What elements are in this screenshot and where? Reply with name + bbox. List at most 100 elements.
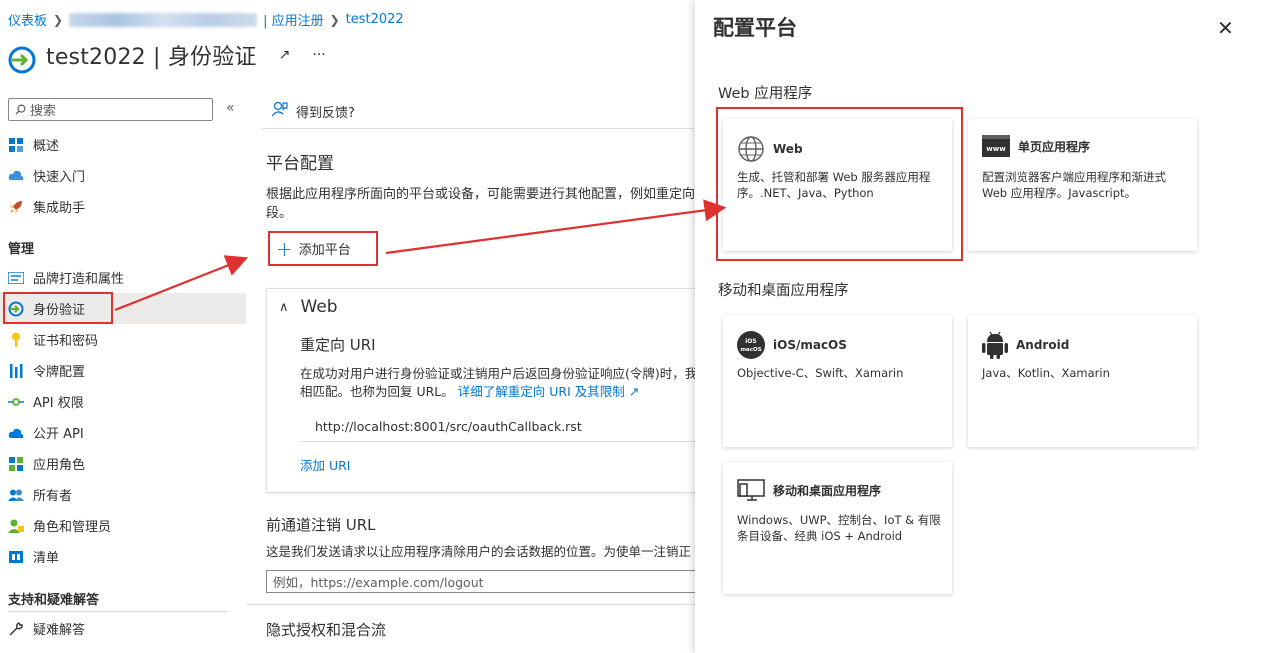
sidebar-item-label: 快速入门 bbox=[33, 170, 86, 185]
feedback-label: 得到反馈? bbox=[296, 105, 355, 121]
sidebar-item-label: 应用角色 bbox=[33, 458, 86, 473]
redirect-uri-title: 重定向 URI bbox=[300, 336, 376, 354]
tile-header: www 单页应用程序 bbox=[982, 135, 1090, 157]
add-platform-button[interactable]: + 添加平台 bbox=[268, 231, 378, 266]
web-card-title: Web bbox=[300, 297, 338, 317]
tile-description: Java、Kotlin、Xamarin bbox=[982, 366, 1110, 380]
cloud-icon bbox=[8, 425, 24, 441]
sidebar-item-token-config[interactable]: 令牌配置 bbox=[0, 355, 246, 386]
web-card-header[interactable]: ∧ Web bbox=[279, 297, 338, 317]
tile-spa[interactable]: www 单页应用程序 配置浏览器客户端应用程序和渐进式 Web 应用程序。Jav… bbox=[968, 119, 1197, 251]
implicit-grant-title: 隐式授权和混合流 bbox=[266, 621, 387, 639]
tile-android[interactable]: Android Java、Kotlin、Xamarin bbox=[968, 315, 1197, 447]
feedback-button[interactable]: 得到反馈? bbox=[271, 101, 355, 121]
tile-description: Objective-C、Swift、Xamarin bbox=[737, 366, 904, 380]
search-input[interactable]: 搜索 bbox=[8, 98, 213, 121]
add-platform-label: 添加平台 bbox=[298, 243, 351, 258]
sidebar-item-certificates[interactable]: 证书和密码 bbox=[0, 324, 246, 355]
more-icon[interactable]: ··· bbox=[312, 47, 325, 63]
external-link-icon[interactable]: ↗ bbox=[629, 384, 639, 399]
android-icon bbox=[982, 331, 1008, 359]
plus-icon: + bbox=[276, 236, 293, 261]
sidebar-item-label: 所有者 bbox=[33, 489, 73, 504]
sidebar-item-label: 清单 bbox=[33, 551, 60, 566]
logout-url-input[interactable]: 例如，https://example.com/logout bbox=[266, 570, 696, 593]
rocket-icon bbox=[8, 199, 24, 215]
tile-description: Windows、UWP、控制台、IoT & 有限条目设备、经典 iOS + An… bbox=[737, 513, 941, 543]
sidebar-item-label: 证书和密码 bbox=[33, 334, 99, 349]
app-roles-icon bbox=[8, 456, 24, 472]
redacted-text bbox=[69, 12, 258, 27]
sidebar-item-label: 令牌配置 bbox=[33, 365, 86, 380]
collapse-icon[interactable]: « bbox=[226, 100, 235, 116]
tile-header: 移动和桌面应用程序 bbox=[737, 478, 881, 502]
sidebar-item-roles-admins[interactable]: 角色和管理员 bbox=[0, 510, 246, 541]
svg-text:iOS: iOS bbox=[745, 338, 756, 345]
sidebar-item-branding[interactable]: 品牌打造和属性 bbox=[0, 262, 246, 293]
sidebar-item-owners[interactable]: 所有者 bbox=[0, 479, 246, 510]
platform-config-title: 平台配置 bbox=[266, 154, 334, 174]
svg-text:macOS: macOS bbox=[740, 347, 761, 353]
users-icon bbox=[8, 487, 24, 503]
wrench-icon bbox=[8, 621, 24, 637]
ios-macos-icon: iOS macOS bbox=[737, 331, 765, 359]
sidebar-item-integration-assistant[interactable]: 集成助手 bbox=[0, 191, 246, 222]
divider bbox=[8, 611, 228, 612]
svg-text:www: www bbox=[986, 145, 1006, 153]
tile-name: iOS/macOS bbox=[773, 338, 847, 352]
cloud-icon bbox=[8, 168, 24, 184]
breadcrumb-current[interactable]: test2022 bbox=[346, 12, 404, 27]
tile-header: iOS macOS iOS/macOS bbox=[737, 331, 847, 359]
redirect-uri-value[interactable]: http://localhost:8001/src/oauthCallback.… bbox=[315, 419, 582, 434]
tile-mobile-desktop[interactable]: 移动和桌面应用程序 Windows、UWP、控制台、IoT & 有限条目设备、经… bbox=[723, 462, 952, 594]
add-uri-link[interactable]: 添加 URI bbox=[300, 455, 351, 474]
divider bbox=[246, 604, 696, 605]
logout-url-placeholder: 例如，https://example.com/logout bbox=[273, 575, 484, 590]
breadcrumb-app-registration[interactable]: | 应用注册 bbox=[263, 10, 324, 29]
feedback-icon bbox=[271, 101, 288, 121]
redirect-uri-description: 在成功对用户进行身份验证或注销用户后返回身份验证响应(令牌)时，我相匹配。也称为… bbox=[300, 365, 700, 401]
front-channel-logout-title: 前通道注销 URL bbox=[266, 516, 376, 534]
panel-title: 配置平台 bbox=[713, 16, 797, 40]
tile-ios-macos[interactable]: iOS macOS iOS/macOS Objective-C、Swift、Xam… bbox=[723, 315, 952, 447]
grid-icon bbox=[8, 137, 24, 153]
web-apps-group-title: Web 应用程序 bbox=[718, 86, 813, 102]
annotation-box bbox=[716, 107, 963, 261]
sidebar-item-label: 公开 API bbox=[33, 427, 84, 442]
sidebar-item-manifest[interactable]: 清单 bbox=[0, 541, 246, 572]
branding-icon bbox=[8, 270, 24, 286]
api-permissions-icon bbox=[8, 394, 24, 410]
app-registration-icon bbox=[8, 46, 36, 74]
sidebar-item-label: 集成助手 bbox=[33, 201, 86, 216]
manifest-icon bbox=[8, 549, 24, 565]
tile-name: Android bbox=[1016, 338, 1070, 352]
token-config-icon bbox=[8, 363, 24, 379]
sidebar-item-app-roles[interactable]: 应用角色 bbox=[0, 448, 246, 479]
close-icon[interactable]: ✕ bbox=[1217, 16, 1234, 40]
www-icon: www bbox=[982, 135, 1010, 157]
sidebar-item-label: 概述 bbox=[33, 139, 60, 154]
page-title: test2022 | 身份验证 bbox=[46, 45, 257, 70]
tile-description: 配置浏览器客户端应用程序和渐进式 Web 应用程序。Javascript。 bbox=[982, 170, 1166, 200]
sidebar-item-api-permissions[interactable]: API 权限 bbox=[0, 386, 246, 417]
tile-name: 移动和桌面应用程序 bbox=[773, 483, 882, 498]
search-icon bbox=[15, 104, 26, 115]
breadcrumb: 仪表板 ❯ | 应用注册 ❯ test2022 bbox=[8, 10, 404, 29]
sidebar-item-troubleshoot[interactable]: 疑难解答 bbox=[0, 613, 246, 644]
tile-header: Android bbox=[982, 331, 1069, 359]
chevron-up-icon: ∧ bbox=[279, 299, 289, 315]
breadcrumb-home[interactable]: 仪表板 bbox=[8, 10, 47, 29]
section-title-support: 支持和疑难解答 bbox=[8, 593, 100, 608]
learn-more-link[interactable]: 详细了解重定向 URI 及其限制 bbox=[458, 384, 625, 399]
chevron-right-icon: ❯ bbox=[329, 12, 340, 27]
sidebar-item-label: API 权限 bbox=[33, 396, 84, 411]
front-channel-logout-description: 这是我们发送请求以让应用程序清除用户的会话数据的位置。为使单一注销正 bbox=[266, 544, 692, 559]
configure-platform-panel: 配置平台 ✕ Web 应用程序 Web 生成、托管和部署 Web 服务器应用程序… bbox=[695, 0, 1266, 653]
pin-icon[interactable]: ↗ bbox=[279, 47, 291, 63]
sidebar-item-label: 疑难解答 bbox=[33, 623, 86, 638]
section-title-manage: 管理 bbox=[8, 242, 35, 257]
page-header: test2022 | 身份验证 ↗ ··· bbox=[8, 36, 326, 74]
sidebar-item-overview[interactable]: 概述 bbox=[0, 129, 246, 160]
sidebar-item-quickstart[interactable]: 快速入门 bbox=[0, 160, 246, 191]
sidebar-item-expose-api[interactable]: 公开 API bbox=[0, 417, 246, 448]
